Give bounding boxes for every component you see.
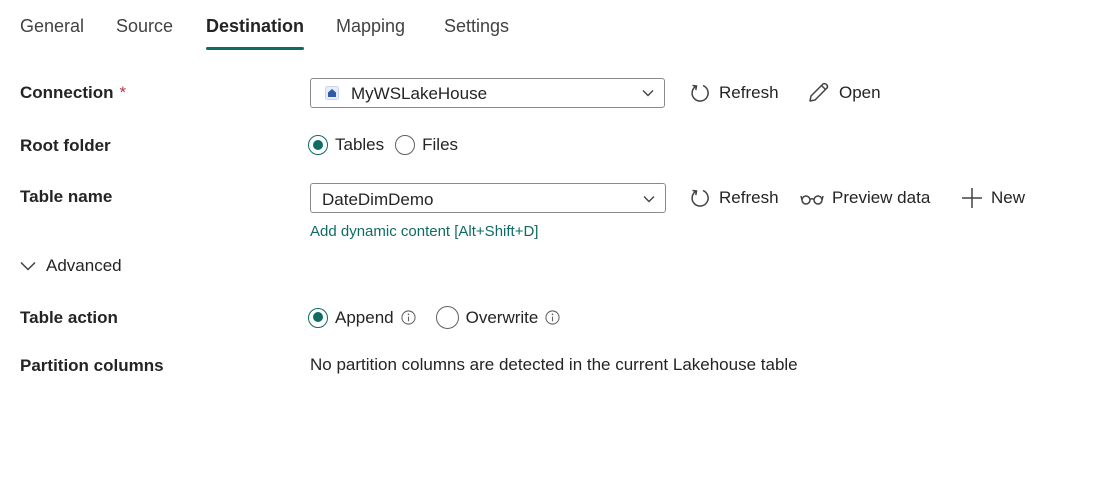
connection-refresh-button[interactable]: Refresh bbox=[689, 82, 779, 104]
connection-refresh-label: Refresh bbox=[719, 83, 779, 102]
connection-label-text: Connection bbox=[20, 83, 114, 102]
tab-source[interactable]: Source bbox=[116, 14, 173, 38]
active-tab-indicator bbox=[206, 47, 304, 50]
radio-checked-indicator[interactable] bbox=[308, 135, 328, 155]
table-name-value: DateDimDemo bbox=[322, 190, 434, 209]
root-folder-option-files-label: Files bbox=[422, 135, 459, 154]
root-folder-option-tables-label: Tables bbox=[335, 135, 385, 154]
new-table-label: New bbox=[991, 188, 1026, 207]
tab-bar: General Source Destination Mapping Setti… bbox=[0, 0, 1098, 52]
root-folder-option-files[interactable]: Files bbox=[395, 135, 458, 155]
tab-settings[interactable]: Settings bbox=[444, 14, 509, 38]
chevron-down-icon bbox=[20, 261, 36, 271]
advanced-toggle[interactable]: Advanced bbox=[20, 256, 122, 276]
radio-unchecked-indicator[interactable] bbox=[435, 306, 459, 329]
table-action-radio-group: Append Overwrite bbox=[308, 306, 560, 329]
plus-icon bbox=[962, 188, 982, 208]
advanced-label: Advanced bbox=[46, 256, 122, 275]
table-action-option-overwrite[interactable]: Overwrite bbox=[435, 306, 561, 329]
table-action-label: Table action bbox=[20, 308, 118, 327]
root-folder-label: Root folder bbox=[20, 136, 111, 155]
connection-open-label: Open bbox=[839, 83, 881, 102]
tab-mapping[interactable]: Mapping bbox=[336, 14, 405, 38]
refresh-icon bbox=[691, 84, 709, 102]
table-refresh-button[interactable]: Refresh bbox=[689, 187, 779, 209]
connection-dropdown[interactable]: MyWSLakeHouse bbox=[310, 78, 665, 108]
table-action-option-append[interactable]: Append bbox=[308, 307, 416, 328]
radio-unchecked-indicator[interactable] bbox=[395, 135, 416, 155]
table-name-label: Table name bbox=[20, 187, 113, 206]
partition-columns-message: No partition columns are detected in the… bbox=[310, 355, 798, 374]
info-icon[interactable] bbox=[401, 310, 416, 325]
table-name-dropdown[interactable]: DateDimDemo bbox=[310, 183, 666, 213]
tab-general[interactable]: General bbox=[20, 14, 84, 38]
root-folder-option-tables[interactable]: Tables bbox=[308, 135, 384, 155]
table-action-option-overwrite-label: Overwrite bbox=[465, 307, 539, 327]
pencil-icon bbox=[809, 82, 829, 102]
chevron-down-icon bbox=[642, 90, 654, 97]
new-table-button[interactable]: New bbox=[961, 187, 1025, 209]
tab-destination[interactable]: Destination bbox=[206, 14, 304, 38]
table-refresh-label: Refresh bbox=[719, 188, 779, 207]
connection-value: MyWSLakeHouse bbox=[351, 84, 488, 103]
root-folder-radio-group: Tables Files bbox=[308, 135, 458, 155]
radio-checked-indicator[interactable] bbox=[308, 307, 328, 328]
connection-open-button[interactable]: Open bbox=[807, 82, 881, 104]
preview-data-button[interactable]: Preview data bbox=[800, 187, 930, 209]
info-icon[interactable] bbox=[545, 310, 560, 325]
table-action-option-append-label: Append bbox=[335, 307, 394, 327]
lakehouse-icon bbox=[325, 86, 339, 100]
chevron-down-icon bbox=[643, 196, 655, 203]
refresh-icon bbox=[691, 189, 709, 207]
glasses-icon bbox=[800, 195, 824, 205]
partition-columns-label: Partition columns bbox=[20, 356, 164, 375]
connection-label: Connection * bbox=[20, 82, 126, 104]
required-marker: * bbox=[119, 83, 127, 102]
preview-data-label: Preview data bbox=[832, 188, 931, 207]
add-dynamic-content-link[interactable]: Add dynamic content [Alt+Shift+D] bbox=[310, 223, 538, 240]
